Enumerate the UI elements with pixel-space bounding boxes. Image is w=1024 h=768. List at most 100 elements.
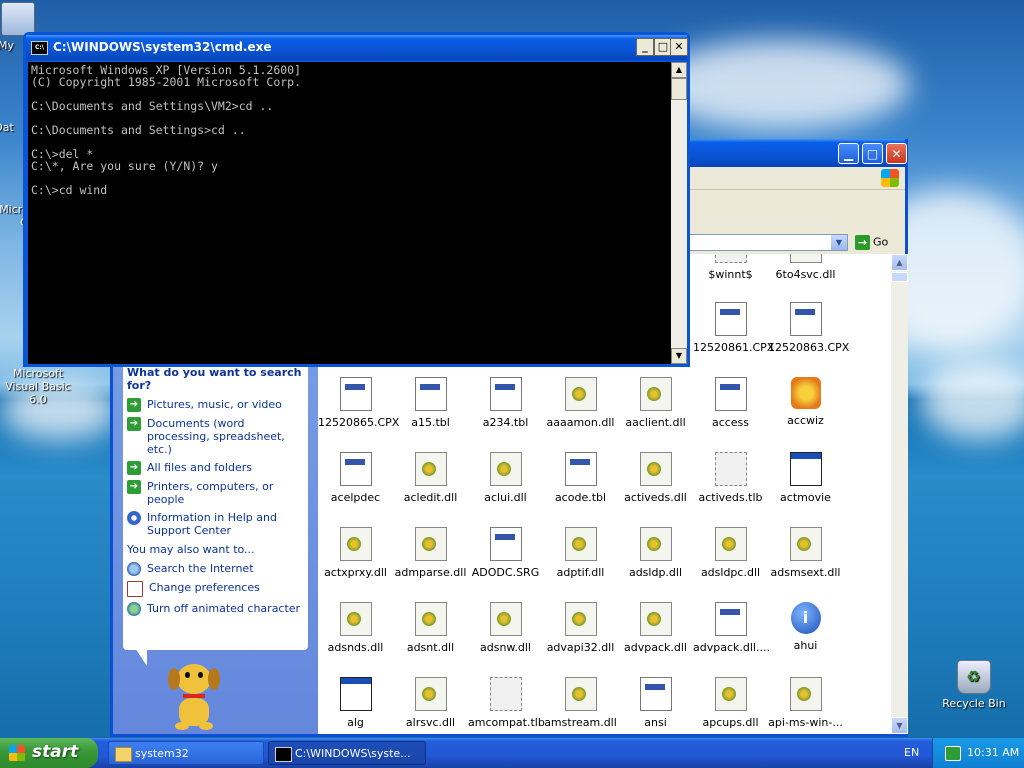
turn-off-character-link[interactable]: Turn off animated character — [127, 602, 304, 616]
file-item[interactable]: acode.tbl — [543, 452, 618, 504]
computer-icon — [1, 2, 35, 36]
scroll-down-button[interactable]: ▼ — [891, 717, 908, 734]
search-option-help[interactable]: Information in Help and Support Center — [127, 511, 304, 537]
file-name: aaaamon.dll — [546, 416, 615, 429]
scroll-up-button[interactable]: ▲ — [891, 254, 908, 271]
file-item[interactable]: activeds.tlb — [693, 452, 768, 504]
taskbar-item-cmd[interactable]: C:\WINDOWS\syste... — [268, 741, 426, 765]
file-item[interactable]: advpack.dll.... — [693, 602, 770, 654]
file-item[interactable]: apcups.dll — [693, 677, 768, 729]
language-indicator[interactable]: EN — [904, 746, 919, 759]
go-button[interactable]: → Go — [855, 235, 888, 250]
file-item[interactable]: adsnw.dll — [468, 602, 543, 654]
cmd-title: C:\WINDOWS\system32\cmd.exe — [53, 40, 272, 54]
cmd-icon — [275, 747, 292, 762]
cmd-scroll-thumb[interactable] — [671, 78, 687, 100]
file-item[interactable]: 12520861.CPX — [693, 302, 775, 354]
minimize-button[interactable]: ▁ — [838, 143, 859, 164]
file-item[interactable]: accwiz — [768, 377, 843, 427]
file-item[interactable]: activeds.dll — [618, 452, 693, 504]
console-output[interactable]: Microsoft Windows XP [Version 5.1.2600](… — [28, 62, 671, 364]
arrow-right-icon: ➔ — [127, 461, 141, 475]
desktop-icon-recycle-bin[interactable]: ♻ Recycle Bin — [934, 660, 1014, 710]
search-option-printers[interactable]: ➔ Printers, computers, or people — [127, 480, 304, 506]
cmd-scroll-up-button[interactable]: ▲ — [671, 62, 687, 78]
file-item[interactable]: aaaamon.dll — [543, 377, 618, 429]
file-name: 12520861.CPX — [693, 341, 775, 354]
taskbar-item-system32[interactable]: system32 — [108, 741, 264, 765]
file-name: alg — [347, 716, 364, 729]
also-option-label: Turn off animated character — [147, 602, 301, 615]
file-item[interactable]: acelpdec — [318, 452, 393, 504]
file-item[interactable]: actxprxy.dll — [318, 527, 393, 579]
file-item[interactable]: adsnds.dll — [318, 602, 393, 654]
cmd-close-button[interactable]: ✕ — [670, 38, 688, 56]
file-item[interactable]: 12520863.CPX — [768, 302, 849, 354]
change-preferences-link[interactable]: Change preferences — [127, 581, 304, 597]
file-item[interactable]: a234.tbl — [468, 377, 543, 429]
system-tray: 10:31 AM — [932, 738, 1024, 768]
cmd-scrollbar[interactable]: ▲ ▼ — [671, 62, 687, 364]
document-file-icon — [339, 377, 372, 411]
file-item[interactable]: aclui.dll — [468, 452, 543, 504]
file-item[interactable]: alrsvc.dll — [393, 677, 468, 729]
close-button[interactable]: ✕ — [886, 143, 907, 164]
file-item[interactable]: alg — [318, 677, 393, 729]
file-item[interactable]: adsmsext.dll — [768, 527, 843, 579]
file-item[interactable]: ADODC.SRG — [468, 527, 543, 579]
file-item[interactable]: advapi32.dll — [543, 602, 618, 654]
scroll-thumb[interactable] — [891, 272, 908, 282]
search-option-documents[interactable]: ➔ Documents (word processing, spreadsheet… — [127, 417, 304, 456]
file-item[interactable]: amcompat.tlb — [468, 677, 545, 729]
dll-file-icon — [489, 452, 522, 486]
file-item[interactable]: adptif.dll — [543, 527, 618, 579]
file-name: acode.tbl — [554, 491, 607, 504]
document-file-icon — [339, 452, 372, 486]
help-icon — [127, 511, 141, 525]
cmd-minimize-button[interactable]: _ — [636, 38, 654, 56]
file-item[interactable]: a15.tbl — [393, 377, 468, 429]
cmd-window: C:\ C:\WINDOWS\system32\cmd.exe _ □ ✕ Mi… — [23, 32, 690, 367]
file-item[interactable]: api-ms-win-... — [768, 677, 843, 729]
dll-file-icon — [789, 677, 822, 711]
file-name: advapi32.dll — [546, 641, 615, 654]
file-item[interactable]: adsnt.dll — [393, 602, 468, 654]
file-item[interactable]: aaclient.dll — [618, 377, 693, 429]
globe-search-icon — [127, 562, 141, 576]
file-name: adsldp.dll — [628, 566, 683, 579]
file-item[interactable]: $winnt$ — [693, 254, 768, 281]
file-name: a234.tbl — [482, 416, 529, 429]
start-button[interactable]: start — [0, 738, 98, 768]
search-option-pictures[interactable]: ➔ Pictures, music, or video — [127, 398, 304, 412]
file-item[interactable]: admparse.dll — [393, 527, 468, 579]
file-item[interactable]: 12520865.CPX — [318, 377, 399, 429]
file-item[interactable]: advpack.dll — [618, 602, 693, 654]
search-internet-link[interactable]: Search the Internet — [127, 562, 304, 576]
file-item[interactable]: ansi — [618, 677, 693, 729]
cmd-scroll-down-button[interactable]: ▼ — [671, 348, 687, 364]
document-file-icon — [639, 677, 672, 711]
file-item[interactable]: acledit.dll — [393, 452, 468, 504]
cmd-title-bar[interactable]: C:\ C:\WINDOWS\system32\cmd.exe _ □ ✕ — [26, 35, 688, 60]
desktop-icon-visual-basic[interactable]: Microsoft Visual Basic 6.0 — [0, 367, 78, 406]
chevron-down-icon[interactable]: ▼ — [831, 235, 847, 250]
file-item[interactable]: adsldpc.dll — [693, 527, 768, 579]
file-name: amcompat.tlb — [468, 716, 545, 729]
file-item[interactable]: adsldp.dll — [618, 527, 693, 579]
file-item[interactable]: 6to4svc.dll — [768, 254, 843, 281]
vertical-scrollbar[interactable]: ▲ ▼ — [891, 254, 908, 734]
file-item[interactable]: i ahui — [768, 602, 843, 652]
maximize-button[interactable]: □ — [862, 143, 883, 164]
file-item[interactable]: amstream.dll — [543, 677, 618, 729]
search-option-all-files[interactable]: ➔ All files and folders — [127, 461, 304, 475]
file-item[interactable]: actmovie — [768, 452, 843, 504]
file-name: adsldpc.dll — [700, 566, 761, 579]
file-name: adsnw.dll — [479, 641, 531, 654]
clock[interactable]: 10:31 AM — [967, 746, 1019, 759]
also-option-label: Search the Internet — [147, 562, 254, 575]
file-name: adsnds.dll — [327, 641, 384, 654]
search-dog-character-icon[interactable] — [165, 664, 223, 734]
file-item[interactable]: access — [693, 377, 768, 429]
network-icon[interactable] — [945, 746, 961, 761]
document-file-icon — [489, 527, 522, 561]
